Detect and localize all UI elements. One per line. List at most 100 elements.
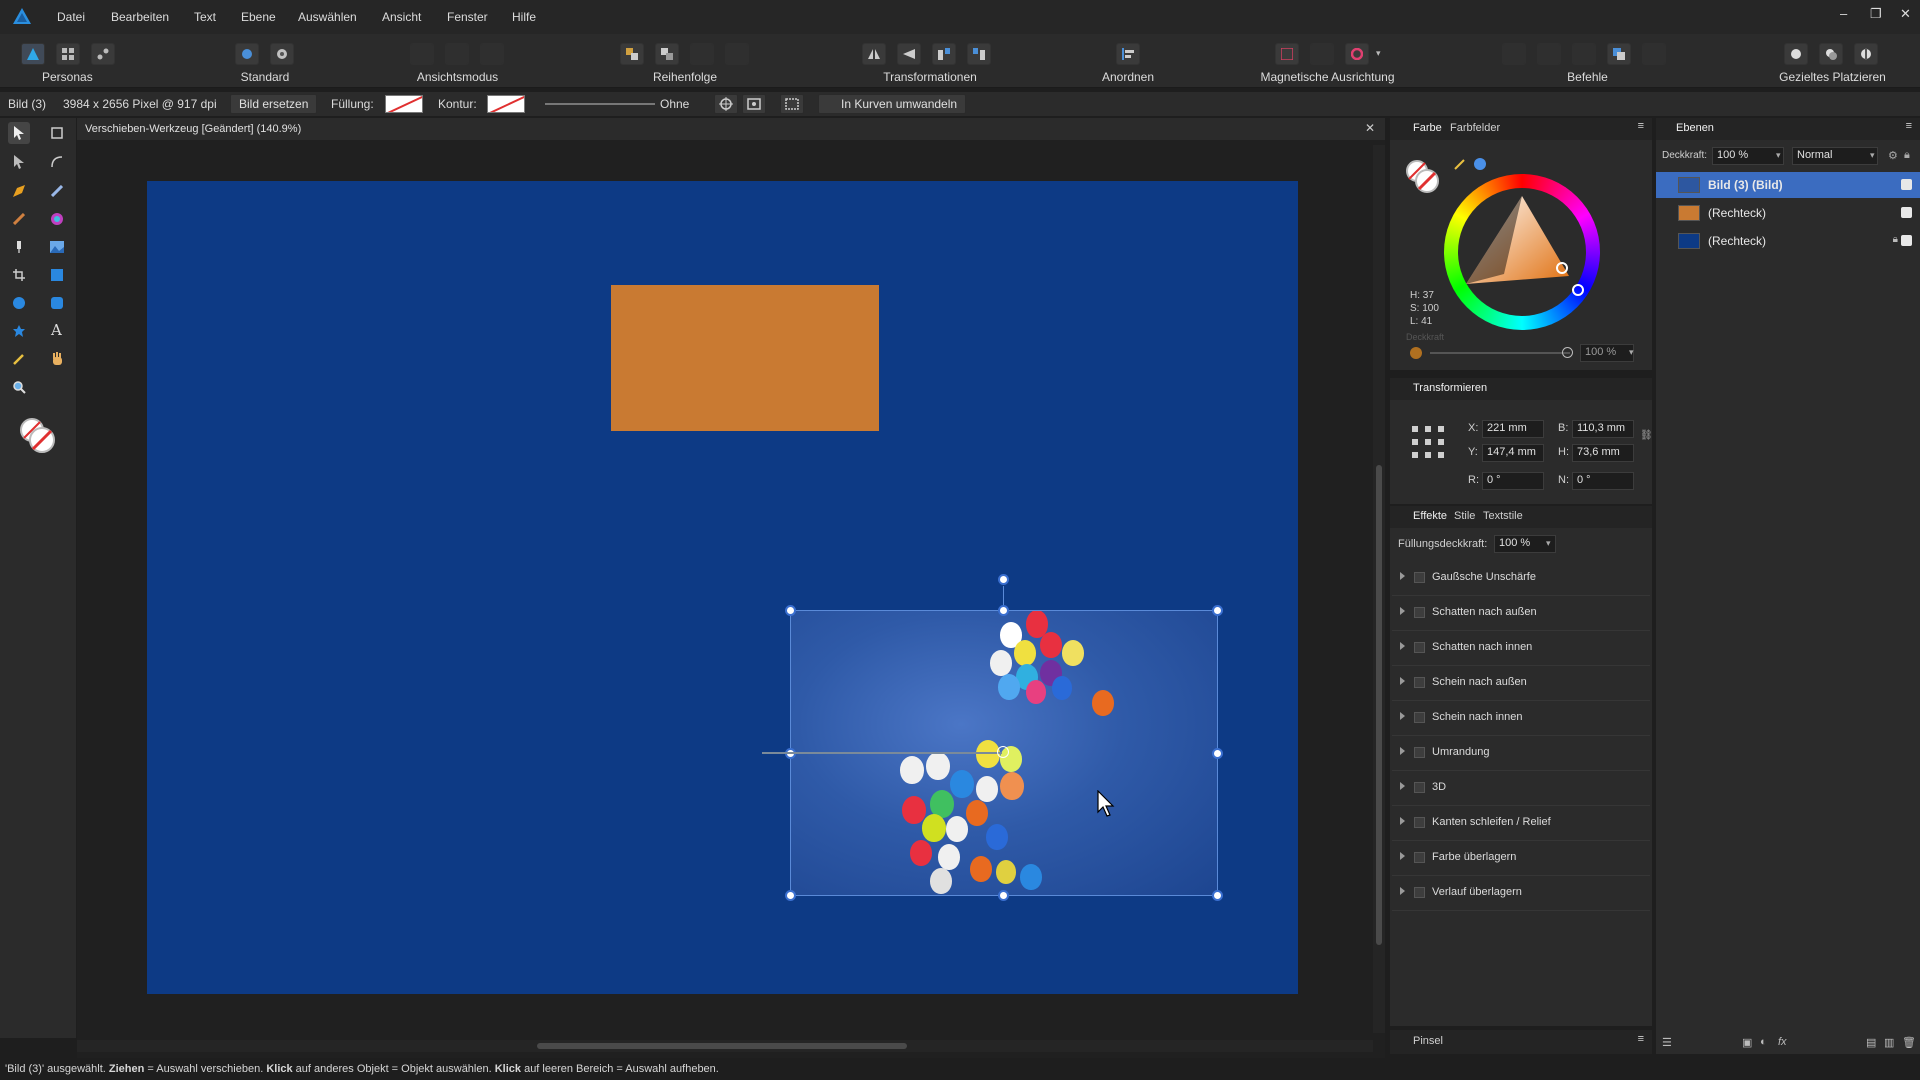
effect-checkbox[interactable] [1414, 607, 1425, 618]
effect-checkbox[interactable] [1414, 677, 1425, 688]
menu-ansicht[interactable]: Ansicht [382, 10, 421, 24]
move-forward-one-icon[interactable] [690, 43, 714, 65]
snapping-mode-icon[interactable] [1310, 43, 1334, 65]
menu-auswaehlen[interactable]: Auswählen [298, 10, 357, 24]
expand-arrow-icon[interactable] [1400, 782, 1405, 790]
brush-panel-menu-icon[interactable]: ≡ [1638, 1033, 1644, 1045]
effect-checkbox[interactable] [1414, 887, 1425, 898]
view-mode-2-icon[interactable] [445, 43, 469, 65]
pixel-persona-icon[interactable] [56, 43, 80, 65]
vertical-scrollbar[interactable] [1373, 145, 1385, 1033]
restore-icon[interactable]: ❐ [1870, 6, 1882, 22]
handle-bottom-left[interactable] [785, 890, 796, 901]
expand-arrow-icon[interactable] [1400, 712, 1405, 720]
effect-row[interactable]: Schein nach außen [1392, 667, 1650, 701]
app-logo-icon[interactable] [12, 6, 32, 26]
blend-mode-select[interactable]: Normal [1792, 147, 1878, 165]
color-opacity-field[interactable]: 100 % [1580, 344, 1634, 362]
handle-top-left[interactable] [785, 605, 796, 616]
move-to-front-icon[interactable] [725, 43, 749, 65]
color-wheel[interactable] [1444, 174, 1600, 330]
handle-bottom-right[interactable] [1212, 890, 1223, 901]
designer-persona-icon[interactable] [21, 43, 45, 65]
orange-rectangle[interactable] [611, 285, 879, 431]
menu-bearbeiten[interactable]: Bearbeiten [111, 10, 169, 24]
menu-ebene[interactable]: Ebene [241, 10, 276, 24]
snapping-grid-icon[interactable] [1275, 43, 1299, 65]
effect-checkbox[interactable] [1414, 817, 1425, 828]
layer-stack-icon[interactable]: ☰ [1662, 1036, 1672, 1049]
export-persona-icon[interactable] [91, 43, 115, 65]
expand-arrow-icon[interactable] [1400, 817, 1405, 825]
expand-arrow-icon[interactable] [1400, 747, 1405, 755]
rotation-field[interactable]: 0 ° [1482, 472, 1544, 490]
handle-top-right[interactable] [1212, 605, 1223, 616]
adjustment-icon[interactable]: ◐ [1760, 1036, 1767, 1048]
move-to-back-icon[interactable] [620, 43, 644, 65]
expand-arrow-icon[interactable] [1400, 642, 1405, 650]
transform-title[interactable]: Transformieren [1413, 382, 1487, 394]
menu-hilfe[interactable]: Hilfe [512, 10, 536, 24]
rounded-rect-tool-icon[interactable] [46, 292, 68, 314]
lock-ratio-icon[interactable]: ⛓ [1640, 430, 1653, 441]
zoom-tool-icon[interactable] [8, 376, 30, 398]
handle-right[interactable] [1212, 748, 1223, 759]
expand-arrow-icon[interactable] [1400, 887, 1405, 895]
ellipse-tool-icon[interactable] [8, 292, 30, 314]
text-tool-icon[interactable]: A [46, 320, 68, 342]
convert-to-curves-button[interactable]: In Kurven umwandeln [818, 94, 967, 114]
height-field[interactable]: 73,6 mm [1572, 444, 1634, 462]
rotate-right-icon[interactable] [967, 43, 991, 65]
add-layer-icon[interactable]: ▤ [1866, 1036, 1876, 1049]
menu-text[interactable]: Text [194, 10, 216, 24]
rectangle-tool-icon[interactable] [46, 264, 68, 286]
layer-row-rect-blue[interactable]: (Rechteck) 🔒︎ [1656, 228, 1920, 254]
view-mode-3-icon[interactable] [480, 43, 504, 65]
menu-fenster[interactable]: Fenster [447, 10, 488, 24]
x-field[interactable]: 221 mm [1482, 420, 1544, 438]
move-tool-icon[interactable] [8, 122, 30, 144]
color-mode-icon[interactable] [1474, 158, 1486, 170]
layers-menu-icon[interactable]: ≡ [1906, 120, 1912, 132]
crop-tool-icon[interactable] [8, 264, 30, 286]
blend-mode-dropdown-icon[interactable]: ▾ [1870, 150, 1875, 161]
insert-top-icon[interactable] [1854, 43, 1878, 65]
layers-title[interactable]: Ebenen [1676, 122, 1714, 134]
snapping-dropdown-icon[interactable]: ▾ [1376, 48, 1381, 59]
hand-tool-icon[interactable] [46, 348, 68, 370]
expand-arrow-icon[interactable] [1400, 852, 1405, 860]
effect-checkbox[interactable] [1414, 572, 1425, 583]
replace-image-button[interactable]: Bild ersetzen [230, 94, 318, 114]
group-icon[interactable]: ▥ [1884, 1036, 1894, 1049]
tab-farbe[interactable]: Farbe [1413, 122, 1442, 134]
layer-opacity-field[interactable]: 100 % [1712, 147, 1784, 165]
panel-menu-icon[interactable]: ≡ [1638, 120, 1644, 132]
stroke-swatch[interactable] [487, 95, 525, 113]
bounding-box-toggle-icon[interactable] [780, 94, 804, 114]
boolean-add-icon[interactable] [1502, 43, 1526, 65]
y-field[interactable]: 147,4 mm [1482, 444, 1544, 462]
effect-row[interactable]: Gaußsche Unschärfe [1392, 562, 1650, 596]
close-window-icon[interactable]: ✕ [1900, 6, 1911, 22]
layer-lock-icon[interactable]: 🔒︎ [1904, 149, 1910, 162]
layer-row-image[interactable]: Bild (3) (Bild) [1656, 172, 1920, 198]
effect-row[interactable]: Farbe überlagern [1392, 842, 1650, 876]
rotation-handle[interactable] [998, 574, 1009, 585]
insert-behind-icon[interactable] [1819, 43, 1843, 65]
effect-row[interactable]: Kanten schleifen / Relief [1392, 807, 1650, 841]
mask-icon[interactable]: ▣ [1742, 1036, 1752, 1049]
handle-bottom[interactable] [998, 890, 1009, 901]
transparency-tool-icon[interactable] [8, 236, 30, 258]
expand-arrow-icon[interactable] [1400, 572, 1405, 580]
boolean-intersect-icon[interactable] [1572, 43, 1596, 65]
shear-field[interactable]: 0 ° [1572, 472, 1634, 490]
tab-effekte[interactable]: Effekte [1413, 510, 1447, 522]
boolean-xor-icon[interactable] [1607, 43, 1631, 65]
insert-inside-icon[interactable] [1784, 43, 1808, 65]
transform-origin-icon[interactable] [714, 94, 738, 114]
fill-opacity-dropdown-icon[interactable]: ▾ [1546, 538, 1551, 549]
eyedropper-icon[interactable] [1454, 158, 1466, 170]
tab-textstile[interactable]: Textstile [1483, 510, 1523, 522]
effect-checkbox[interactable] [1414, 852, 1425, 863]
move-back-one-icon[interactable] [655, 43, 679, 65]
